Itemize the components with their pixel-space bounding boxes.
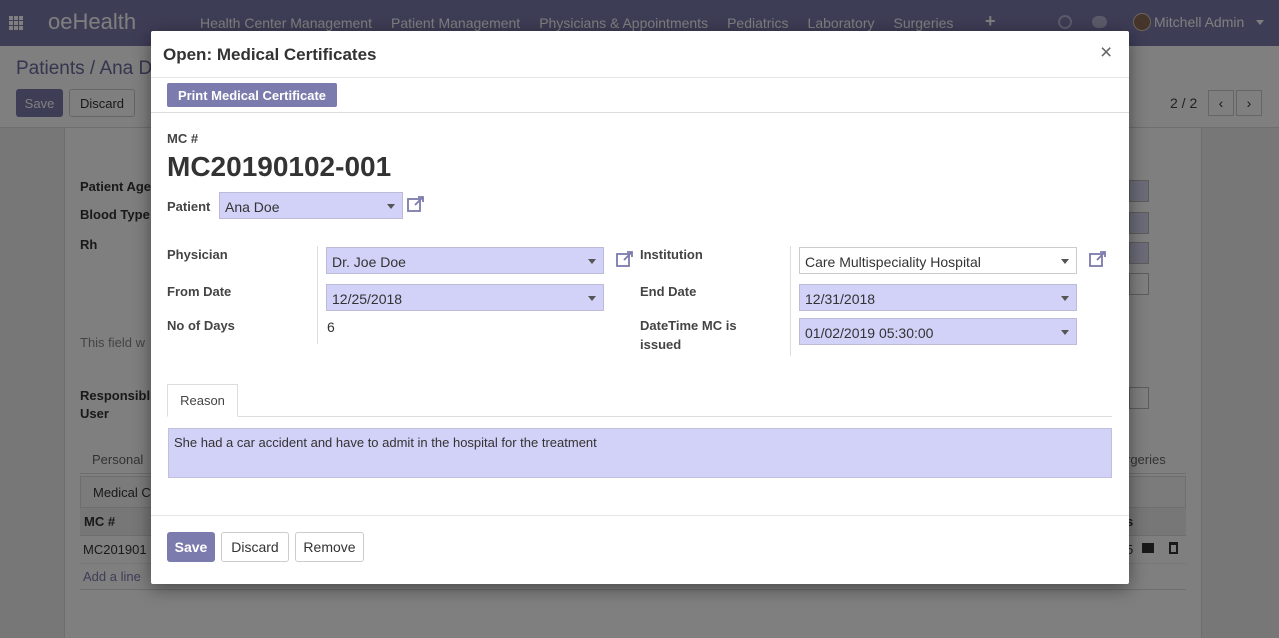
patient-value: Ana Doe bbox=[225, 199, 280, 215]
institution-label: Institution bbox=[640, 247, 703, 262]
print-medical-certificate-button[interactable]: Print Medical Certificate bbox=[167, 83, 337, 107]
external-link-icon[interactable] bbox=[616, 250, 634, 268]
end-date-value: 12/31/2018 bbox=[805, 291, 876, 307]
column-separator bbox=[790, 246, 791, 356]
chevron-down-icon bbox=[588, 259, 596, 264]
physician-label: Physician bbox=[167, 247, 228, 262]
no-of-days-value: 6 bbox=[327, 319, 335, 335]
dialog-header: Open: Medical Certificates × bbox=[151, 31, 1129, 78]
datetime-issued-label-line2: issued bbox=[640, 337, 682, 352]
from-date-label: From Date bbox=[167, 284, 232, 299]
discard-button[interactable]: Discard bbox=[221, 532, 289, 562]
patient-select[interactable]: Ana Doe bbox=[219, 192, 403, 219]
end-date-input[interactable]: 12/31/2018 bbox=[799, 284, 1077, 311]
tab-reason[interactable]: Reason bbox=[167, 384, 238, 417]
dialog-footer: Save Discard Remove bbox=[151, 515, 1129, 584]
chevron-down-icon bbox=[588, 296, 596, 301]
datetime-issued-label-line1: DateTime MC is bbox=[640, 318, 737, 333]
datetime-issued-value: 01/02/2019 05:30:00 bbox=[805, 325, 934, 341]
physician-select[interactable]: Dr. Joe Doe bbox=[326, 247, 604, 274]
patient-label: Patient bbox=[167, 199, 211, 214]
chevron-down-icon bbox=[387, 204, 395, 209]
mc-number-label: MC # bbox=[167, 131, 199, 146]
save-button[interactable]: Save bbox=[167, 532, 215, 562]
end-date-label: End Date bbox=[640, 284, 697, 299]
institution-select[interactable]: Care Multispeciality Hospital bbox=[799, 247, 1077, 274]
remove-button[interactable]: Remove bbox=[295, 532, 364, 562]
no-of-days-label: No of Days bbox=[167, 318, 235, 333]
datetime-issued-input[interactable]: 01/02/2019 05:30:00 bbox=[799, 318, 1077, 345]
chevron-down-icon bbox=[1061, 330, 1069, 335]
from-date-value: 12/25/2018 bbox=[332, 291, 403, 307]
column-separator bbox=[317, 246, 318, 344]
physician-value: Dr. Joe Doe bbox=[332, 254, 406, 270]
mc-number-title: MC20190102-001 bbox=[167, 151, 392, 182]
from-date-input[interactable]: 12/25/2018 bbox=[326, 284, 604, 311]
close-icon[interactable]: × bbox=[1100, 42, 1112, 63]
medical-certificate-dialog: Open: Medical Certificates × Print Medic… bbox=[151, 31, 1129, 584]
notebook-tabs: Reason bbox=[167, 384, 1112, 417]
dialog-statusbar: Print Medical Certificate bbox=[151, 78, 1129, 113]
reason-textarea[interactable]: She had a car accident and have to admit… bbox=[168, 428, 1112, 478]
external-link-icon[interactable] bbox=[1089, 250, 1107, 268]
institution-value: Care Multispeciality Hospital bbox=[805, 254, 981, 270]
dialog-title: Open: Medical Certificates bbox=[163, 45, 377, 64]
chevron-down-icon bbox=[1061, 259, 1069, 264]
chevron-down-icon bbox=[1061, 296, 1069, 301]
external-link-icon[interactable] bbox=[407, 195, 425, 213]
